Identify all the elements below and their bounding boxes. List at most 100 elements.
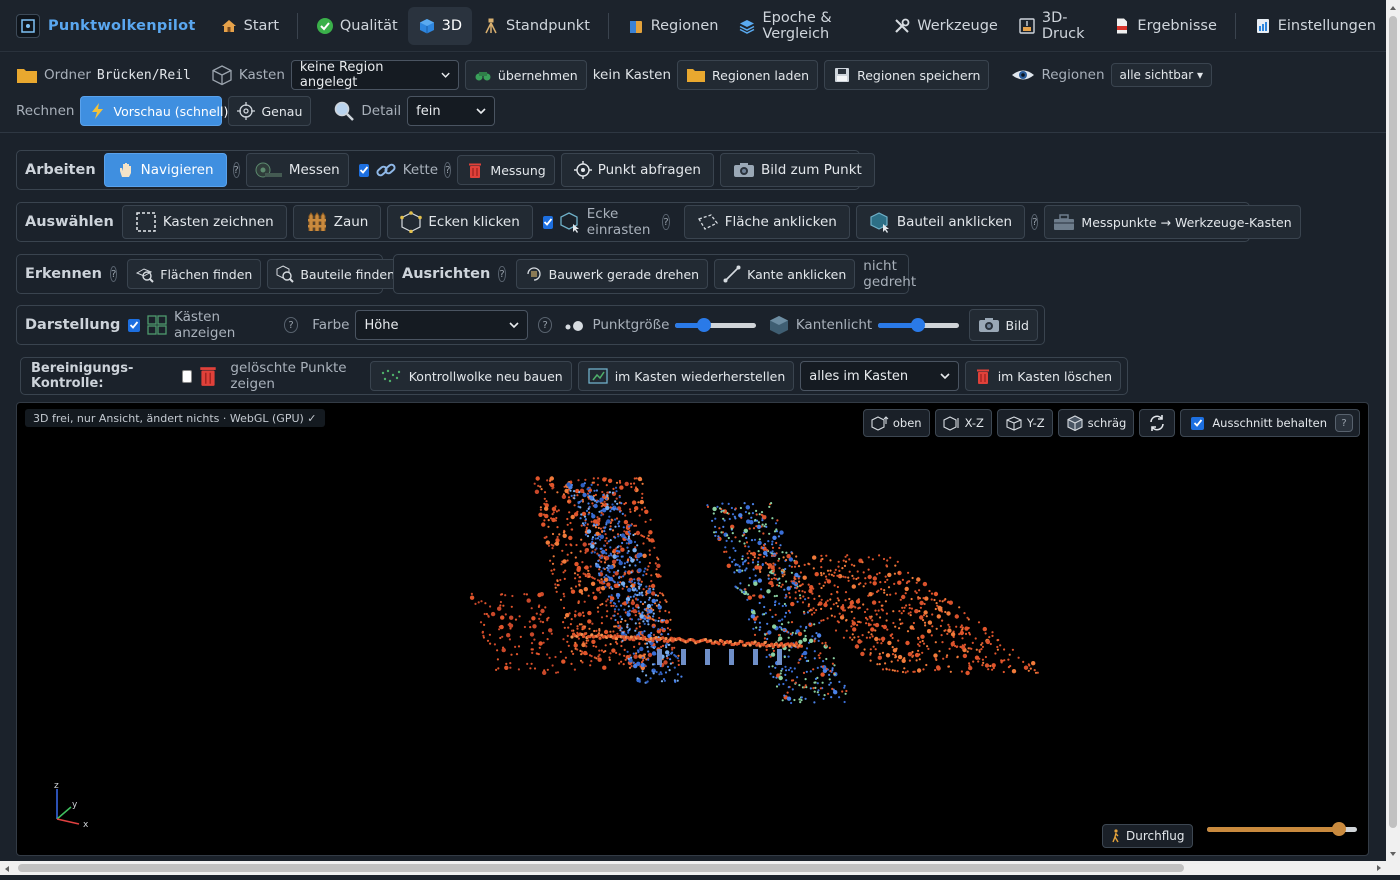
display-title: Darstellung <box>25 317 121 333</box>
help-icon[interactable]: ? <box>1335 414 1353 432</box>
point-cloud-canvas[interactable] <box>17 403 1369 856</box>
chain-checkbox[interactable] <box>358 163 369 177</box>
help-icon[interactable]: ? <box>109 266 118 282</box>
detail-select[interactable]: fein <box>407 96 496 126</box>
brand[interactable]: Punktwolkenpilot <box>16 13 196 38</box>
eye-icon[interactable] <box>1011 66 1035 84</box>
restore-in-box-button[interactable]: im Kasten wiederherstellen <box>577 361 795 391</box>
help-icon[interactable]: ? <box>1031 214 1039 230</box>
click-part-button[interactable]: Bauteil anklicken <box>855 205 1026 239</box>
vertical-scrollbar[interactable] <box>1386 0 1400 861</box>
cube-side-icon <box>1006 416 1022 431</box>
tab-results-label: Ergebnisse <box>1137 17 1217 34</box>
delete-measurement-button[interactable]: Messung <box>457 155 555 185</box>
folder-value[interactable]: Brücken/Reil <box>97 68 191 83</box>
reset-view-button[interactable] <box>1139 409 1176 437</box>
regions-visibility-dropdown[interactable]: alle sichtbar ▾ <box>1110 63 1212 87</box>
view-controls: oben X-Z Y-Z schräg Ausschnitt behalten … <box>862 409 1360 437</box>
find-surfaces-button[interactable]: Flächen finden <box>127 259 262 289</box>
trash-icon <box>976 369 989 384</box>
view-top-button[interactable]: oben <box>862 409 930 437</box>
point-size-label: Punktgröße <box>592 317 670 333</box>
straighten-structure-button[interactable]: Bauwerk gerade drehen <box>515 259 709 289</box>
help-icon[interactable]: ? <box>498 266 506 282</box>
tab-quality[interactable]: Qualität <box>306 7 408 45</box>
horizontal-scrollbar-thumb[interactable] <box>18 864 1184 872</box>
vertical-scrollbar-thumb[interactable] <box>1389 16 1397 828</box>
tab-start[interactable]: Start <box>210 7 289 45</box>
checkmark-icon <box>359 166 368 174</box>
view-xz-button[interactable]: X-Z <box>934 409 992 437</box>
click-corners-button[interactable]: Ecken klicken <box>387 205 533 239</box>
show-boxes-checkbox[interactable] <box>128 318 140 332</box>
chevron-down-icon <box>476 108 486 115</box>
rebuild-control-cloud-button[interactable]: Kontrollwolke neu bauen <box>369 361 572 391</box>
tab-regions[interactable]: Regionen <box>617 7 729 45</box>
edge-light-slider[interactable] <box>878 317 959 333</box>
flythrough-button[interactable]: Durchflug <box>1102 824 1193 848</box>
measure-button[interactable]: Messen <box>245 153 349 187</box>
image-to-point-button[interactable]: Bild zum Punkt <box>719 153 875 187</box>
snapshot-image-button[interactable]: Bild <box>968 309 1038 341</box>
fence-button[interactable]: Zaun <box>292 205 382 239</box>
binoculars-icon <box>475 72 491 81</box>
tab-3d-print[interactable]: 3D-Druck <box>1008 7 1104 45</box>
restore-box-icon <box>588 368 608 384</box>
3d-viewport[interactable]: 3D frei, nur Ansicht, ändert nichts · We… <box>16 402 1369 856</box>
help-icon[interactable]: ? <box>662 214 670 230</box>
help-icon[interactable]: ? <box>444 162 452 178</box>
scope-select[interactable]: alles im Kasten <box>800 361 959 391</box>
tab-results[interactable]: Ergebnisse <box>1103 7 1226 45</box>
apply-box-button[interactable]: übernehmen <box>464 60 587 90</box>
edge-light-label: Kantenlicht <box>795 317 873 333</box>
find-parts-button[interactable]: Bauteile finden <box>267 259 405 289</box>
snap-corner-checkbox[interactable] <box>542 215 553 229</box>
click-edge-button[interactable]: Kante anklicken <box>714 259 856 289</box>
folder-label: Ordner <box>44 67 91 83</box>
keep-section-checkbox[interactable] <box>1191 416 1205 430</box>
trash-icon <box>469 163 482 178</box>
tab-epoch[interactable]: Epoche & Vergleich <box>728 7 883 45</box>
preview-fast-button[interactable]: Vorschau (schnell) <box>80 96 228 126</box>
rotate-box-icon <box>526 267 541 281</box>
show-deleted-label: gelöschte Punkte zeigen <box>230 360 347 392</box>
box-select[interactable]: keine Region angelegt <box>290 60 459 90</box>
point-size-slider[interactable] <box>675 317 756 333</box>
load-regions-button[interactable]: Regionen laden <box>677 60 819 90</box>
scroll-up-arrow-icon[interactable] <box>1386 1 1400 15</box>
tab-standpoint-label: Standpunkt <box>506 17 590 34</box>
rotation-status: nicht gedreht <box>863 258 917 290</box>
help-icon[interactable]: ? <box>283 317 299 333</box>
navigate-button[interactable]: Navigieren <box>103 153 227 187</box>
help-icon[interactable]: ? <box>232 162 240 178</box>
scroll-right-arrow-icon[interactable] <box>1372 861 1386 875</box>
save-regions-button[interactable]: Regionen speichern <box>824 60 990 90</box>
view-yz-button[interactable]: Y-Z <box>996 409 1053 437</box>
horizontal-scrollbar[interactable] <box>0 861 1400 875</box>
tab-tools[interactable]: Werkzeuge <box>883 7 1008 45</box>
draw-box-button[interactable]: Kasten zeichnen <box>121 205 287 239</box>
view-oblique-button[interactable]: schräg <box>1057 409 1135 437</box>
scroll-down-arrow-icon[interactable] <box>1386 847 1400 861</box>
keep-section-label: Ausschnitt behalten <box>1212 416 1327 430</box>
query-point-button[interactable]: Punkt abfragen <box>560 153 714 187</box>
tab-3d[interactable]: 3D <box>407 6 473 45</box>
find-surfaces-label: Flächen finden <box>160 266 253 282</box>
click-edge-label: Kante anklicken <box>747 266 847 282</box>
points-to-toolbox-button[interactable]: Messpunkte → Werkzeuge-Kasten <box>1044 205 1301 239</box>
color-select[interactable]: Höhe <box>355 310 528 340</box>
click-surface-button[interactable]: Fläche anklicken <box>683 205 850 239</box>
exact-button[interactable]: Genau <box>228 96 312 126</box>
tab-standpoint[interactable]: Standpunkt <box>472 7 600 45</box>
show-boxes-label: Kästen anzeigen <box>173 309 236 341</box>
help-icon[interactable]: ? <box>537 317 553 333</box>
show-deleted-checkbox[interactable] <box>181 369 193 383</box>
scroll-left-arrow-icon[interactable] <box>0 862 14 876</box>
tab-settings[interactable]: Einstellungen <box>1244 7 1386 45</box>
tab-3d-print-label: 3D-Druck <box>1041 9 1085 42</box>
top-nav: Punktwolkenpilot Start Qualität 3D Stand… <box>0 0 1386 52</box>
fly-speed-slider[interactable] <box>1207 821 1357 837</box>
keep-section-toggle[interactable]: Ausschnitt behalten ? <box>1180 409 1360 437</box>
printer-3d-icon <box>1019 17 1035 34</box>
delete-in-box-button[interactable]: im Kasten löschen <box>964 361 1121 391</box>
